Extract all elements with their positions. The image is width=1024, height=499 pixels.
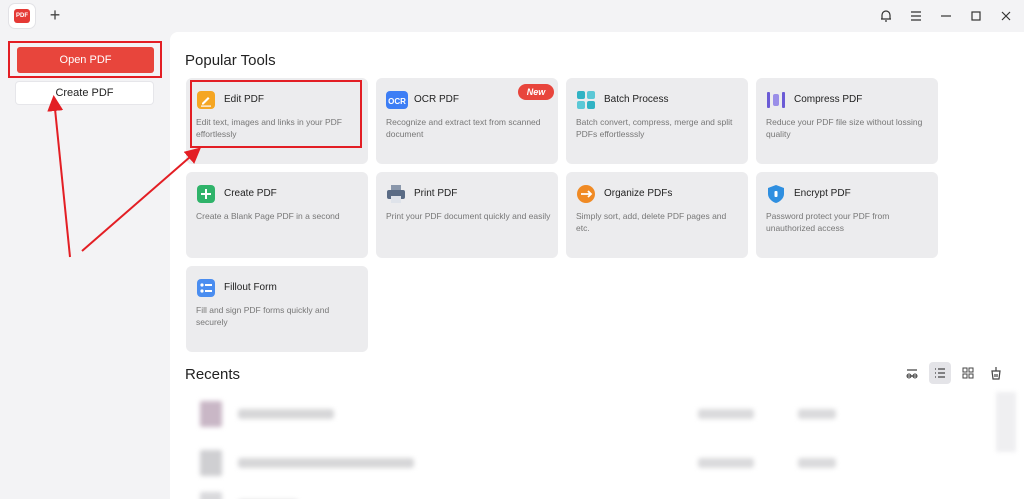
tool-card-batch-process[interactable]: Batch Process Batch convert, compress, m… <box>566 78 748 164</box>
maximize-icon[interactable] <box>966 6 986 26</box>
recents-title: Recents <box>185 366 241 383</box>
tool-card-organize-pdfs[interactable]: Organize PDFs Simply sort, add, delete P… <box>566 172 748 258</box>
tool-card-encrypt-pdf[interactable]: Encrypt PDF Password protect your PDF fr… <box>756 172 938 258</box>
tool-desc: Password protect your PDF from unauthori… <box>766 211 890 233</box>
grid-view-icon[interactable] <box>957 362 979 384</box>
svg-text:OCR: OCR <box>388 97 406 106</box>
new-badge: New <box>518 84 554 100</box>
menu-icon[interactable] <box>906 6 926 26</box>
list-item[interactable] <box>190 488 990 499</box>
list-view-icon[interactable] <box>929 362 951 384</box>
tool-name: Encrypt PDF <box>794 188 851 199</box>
tool-card-create-pdf[interactable]: Create PDF Create a Blank Page PDF in a … <box>186 172 368 258</box>
popular-tools-title: Popular Tools <box>185 52 276 69</box>
sidebar: Open PDF Create PDF <box>0 32 169 499</box>
encrypt-icon <box>766 184 786 204</box>
tool-card-compress-pdf[interactable]: Compress PDF Reduce your PDF file size w… <box>756 78 938 164</box>
print-icon <box>386 184 406 204</box>
file-name <box>238 458 414 468</box>
tool-name: Edit PDF <box>224 94 265 105</box>
file-date <box>698 458 754 468</box>
file-thumbnail <box>200 450 222 476</box>
tool-desc: Batch convert, compress, merge and split… <box>576 117 733 139</box>
tool-card-fillout-form[interactable]: Fillout Form Fill and sign PDF forms qui… <box>186 266 368 352</box>
clean-icon[interactable] <box>985 362 1007 384</box>
bell-icon[interactable] <box>876 6 896 26</box>
compare-view-icon[interactable] <box>901 362 923 384</box>
tool-name: OCR PDF <box>414 94 459 105</box>
file-date <box>698 409 754 419</box>
ocr-icon: OCR <box>386 90 408 110</box>
create-icon <box>196 184 216 204</box>
tool-name: Fillout Form <box>224 282 277 293</box>
form-icon <box>196 278 216 298</box>
tool-name: Batch Process <box>604 94 669 105</box>
minimize-icon[interactable] <box>936 6 956 26</box>
tool-card-print-pdf[interactable]: Print PDF Print your PDF document quickl… <box>376 172 558 258</box>
file-size <box>798 458 836 468</box>
tool-name: Compress PDF <box>794 94 863 105</box>
add-tab-button[interactable]: + <box>46 6 64 24</box>
file-name <box>238 409 334 419</box>
pdf-logo-icon: PDF <box>14 9 30 23</box>
tool-desc: Fill and sign PDF forms quickly and secu… <box>196 305 330 327</box>
tool-desc: Recognize and extract text from scanned … <box>386 117 541 139</box>
tool-desc: Simply sort, add, delete PDF pages and e… <box>576 211 727 233</box>
tool-desc: Edit text, images and links in your PDF … <box>196 117 342 139</box>
tool-card-ocr-pdf[interactable]: OCR OCR PDF Recognize and extract text f… <box>376 78 558 164</box>
tool-card-edit-pdf[interactable]: Edit PDF Edit text, images and links in … <box>186 78 368 164</box>
title-bar: PDF + <box>0 0 1024 32</box>
file-size <box>798 409 836 419</box>
batch-icon <box>576 90 596 110</box>
create-pdf-button[interactable]: Create PDF <box>16 82 153 104</box>
scrollbar[interactable] <box>996 392 1016 452</box>
tool-desc: Print your PDF document quickly and easi… <box>386 211 551 221</box>
file-thumbnail <box>200 492 222 499</box>
tool-name: Print PDF <box>414 188 458 199</box>
close-icon[interactable] <box>996 6 1016 26</box>
main-panel: Popular Tools Edit PDF Edit text, images… <box>170 32 1024 499</box>
compress-icon <box>766 90 786 110</box>
tool-desc: Reduce your PDF file size without lossin… <box>766 117 923 139</box>
list-item[interactable] <box>190 397 990 431</box>
tool-name: Organize PDFs <box>604 188 673 199</box>
organize-icon <box>576 184 596 204</box>
open-pdf-button[interactable]: Open PDF <box>17 47 154 73</box>
edit-icon <box>196 90 216 110</box>
open-pdf-highlight-box: Open PDF <box>8 41 162 78</box>
tool-desc: Create a Blank Page PDF in a second <box>196 211 340 221</box>
list-item[interactable] <box>190 446 990 480</box>
file-thumbnail <box>200 401 222 427</box>
tool-name: Create PDF <box>224 188 277 199</box>
app-logo-tab[interactable]: PDF <box>9 4 35 28</box>
